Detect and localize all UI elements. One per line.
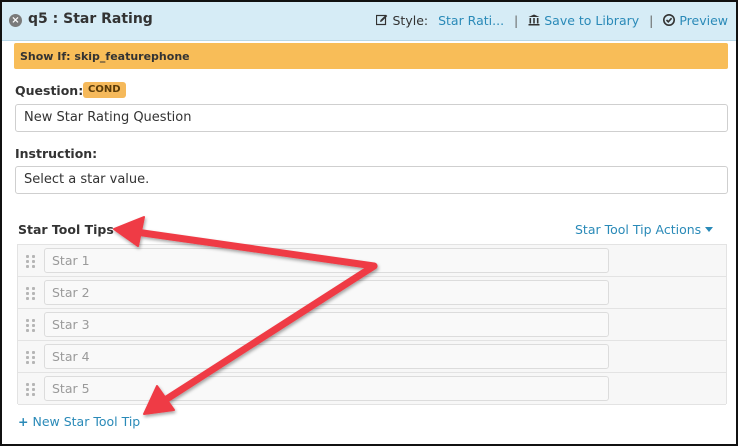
actions-label: Star Tool Tip Actions bbox=[575, 222, 702, 237]
toolbar-divider: | bbox=[649, 13, 654, 28]
question-label: Question: bbox=[15, 83, 84, 98]
question-input[interactable]: New Star Rating Question bbox=[15, 104, 728, 132]
drag-handle-icon[interactable] bbox=[26, 351, 36, 364]
drag-handle-icon[interactable] bbox=[26, 383, 36, 396]
instruction-input[interactable]: Select a star value. bbox=[15, 166, 728, 194]
close-icon[interactable]: × bbox=[9, 14, 22, 27]
star-tooltip-input[interactable]: Star 5 bbox=[44, 376, 609, 401]
table-row: Star 2 bbox=[18, 277, 726, 309]
instruction-label: Instruction: bbox=[15, 146, 98, 161]
header-toolbar: Style: Star Rati... | Save to Library | … bbox=[376, 12, 728, 28]
preview-icon bbox=[663, 14, 676, 26]
star-tooltip-input[interactable]: Star 2 bbox=[44, 280, 609, 305]
cond-badge[interactable]: COND bbox=[83, 82, 126, 98]
new-star-tool-tip-link[interactable]: + New Star Tool Tip bbox=[18, 414, 140, 429]
table-row: Star 5 bbox=[18, 373, 726, 405]
style-link[interactable]: Star Rati... bbox=[438, 13, 504, 28]
table-row: Star 1 bbox=[18, 245, 726, 277]
plus-icon: + bbox=[18, 414, 29, 429]
table-row: Star 3 bbox=[18, 309, 726, 341]
toolbar-divider: | bbox=[514, 13, 519, 28]
show-if-text: Show If: skip_featurephone bbox=[20, 50, 190, 63]
star-tool-tips-label: Star Tool Tips bbox=[18, 222, 114, 237]
star-tooltip-input[interactable]: Star 4 bbox=[44, 344, 609, 369]
page-title: q5 : Star Rating bbox=[28, 11, 153, 27]
edit-icon bbox=[376, 14, 388, 26]
star-tooltip-input[interactable]: Star 1 bbox=[44, 248, 609, 273]
new-star-tool-tip-label: New Star Tool Tip bbox=[32, 414, 141, 429]
panel-header: × q5 : Star Rating Style: Star Rati... |… bbox=[2, 2, 736, 41]
style-label: Style: bbox=[392, 13, 429, 28]
star-tooltip-input[interactable]: Star 3 bbox=[44, 312, 609, 337]
table-row: Star 4 bbox=[18, 341, 726, 373]
question-editor-panel: × q5 : Star Rating Style: Star Rati... |… bbox=[0, 0, 738, 446]
star-tool-tip-actions-dropdown[interactable]: Star Tool Tip Actions bbox=[575, 222, 714, 237]
save-to-library-link[interactable]: Save to Library bbox=[544, 13, 639, 28]
show-if-banner: Show If: skip_featurephone bbox=[14, 43, 728, 69]
drag-handle-icon[interactable] bbox=[26, 255, 36, 268]
library-icon bbox=[528, 14, 540, 26]
drag-handle-icon[interactable] bbox=[26, 319, 36, 332]
drag-handle-icon[interactable] bbox=[26, 287, 36, 300]
caret-down-icon bbox=[705, 227, 714, 232]
preview-link[interactable]: Preview bbox=[679, 13, 728, 28]
star-tool-tips-table: Star 1 Star 2 Star 3 Star 4 Star 5 bbox=[17, 244, 727, 405]
